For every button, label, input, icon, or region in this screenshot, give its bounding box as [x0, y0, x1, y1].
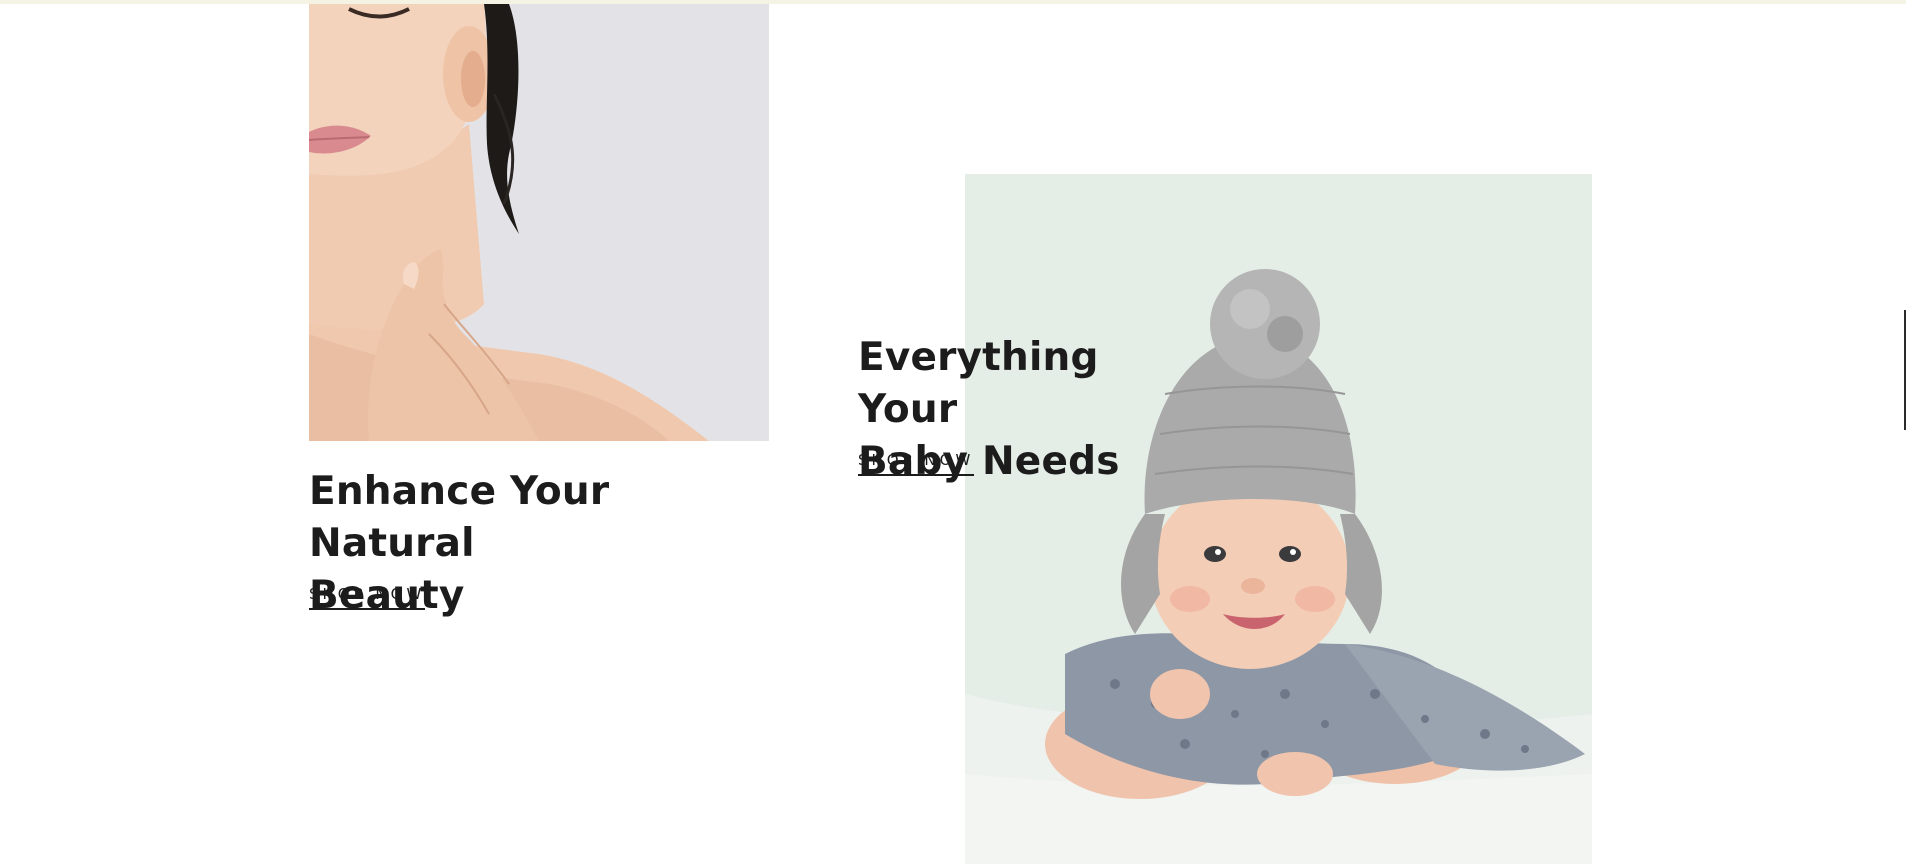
baby-knit-hat-photo[interactable]: [965, 174, 1592, 864]
page: Enhance Your Natural Beauty SHOP NOW Eve…: [0, 0, 1906, 864]
heading-line: Everything Your: [858, 335, 1099, 432]
heading-line: Enhance Your Natural: [309, 469, 610, 566]
shop-now-link-baby[interactable]: SHOP NOW: [858, 451, 975, 476]
shop-now-link-beauty[interactable]: SHOP NOW: [309, 585, 426, 610]
woman-skincare-photo[interactable]: [309, 4, 769, 441]
top-strip: [0, 0, 1906, 4]
